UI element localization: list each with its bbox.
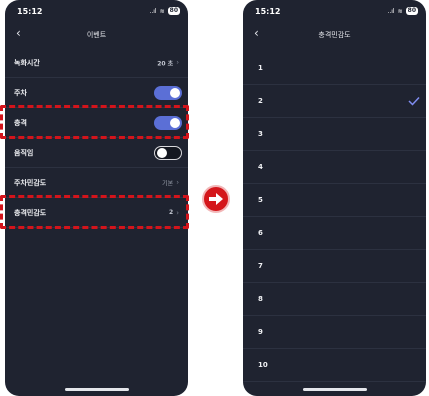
signal-icon: ..ıl (149, 7, 157, 15)
row-parking: 주차 (5, 78, 188, 108)
nav-bar: ‹ 충격민감도 (243, 22, 426, 46)
option-label: 9 (258, 328, 263, 336)
status-bar: 15:12 ..ıl ≋ 80 (5, 4, 188, 20)
impact-sensitivity-screen: 15:12 ..ıl ≋ 80 ‹ 충격민감도 1 2 3 4 5 6 7 8 … (243, 0, 426, 396)
row-label: 움직임 (14, 148, 34, 157)
row-recording-time[interactable]: 녹화시간 20 초 › (5, 48, 188, 78)
home-indicator (302, 388, 367, 391)
row-value: 20 초 › (157, 58, 179, 68)
parking-toggle[interactable] (154, 85, 182, 100)
right-arrow-icon (202, 185, 230, 213)
row-value: 기본 › (162, 178, 179, 188)
toggle-knob (170, 87, 180, 98)
page-title: 충격민감도 (318, 31, 351, 39)
motion-toggle[interactable] (154, 145, 182, 160)
parking-sensitivity-value: 기본 (162, 180, 174, 187)
status-time: 15:12 (255, 7, 281, 16)
nav-bar: ‹ 이벤트 (5, 22, 188, 46)
battery-icon: 80 (167, 7, 180, 15)
option-label: 3 (258, 130, 263, 138)
chevron-right-icon: › (176, 58, 179, 67)
home-indicator (64, 388, 129, 391)
option-label: 2 (258, 97, 263, 105)
row-label: 녹화시간 (14, 58, 40, 67)
signal-icon: ..ıl (387, 7, 395, 15)
row-label: 주차 (14, 88, 27, 97)
row-parking-sensitivity[interactable]: 주차민감도 기본 › (5, 168, 188, 198)
recording-time-value: 20 초 (157, 60, 174, 67)
option-label: 4 (258, 163, 263, 171)
option-label: 8 (258, 295, 263, 303)
option-label: 10 (258, 361, 268, 369)
wifi-icon: ≋ (159, 7, 165, 15)
option-4[interactable]: 4 (243, 151, 426, 184)
row-label: 주차민감도 (14, 178, 47, 187)
page-title: 이벤트 (86, 31, 107, 39)
option-9[interactable]: 9 (243, 316, 426, 349)
chevron-right-icon: › (176, 178, 179, 187)
option-8[interactable]: 8 (243, 283, 426, 316)
option-label: 5 (258, 196, 263, 204)
status-time: 15:12 (17, 7, 43, 16)
option-2[interactable]: 2 (243, 85, 426, 118)
wifi-icon: ≋ (397, 7, 403, 15)
check-icon (408, 96, 420, 106)
option-label: 7 (258, 262, 263, 270)
option-10[interactable]: 10 (243, 349, 426, 382)
option-label: 6 (258, 229, 263, 237)
highlight-impact-sensitivity-row (0, 195, 189, 229)
option-5[interactable]: 5 (243, 184, 426, 217)
option-6[interactable]: 6 (243, 217, 426, 250)
arrow-shape (209, 193, 223, 205)
option-label: 1 (258, 64, 263, 72)
status-icons: ..ıl ≋ 80 (387, 7, 418, 15)
highlight-impact-row (0, 105, 189, 139)
status-icons: ..ıl ≋ 80 (149, 7, 180, 15)
status-bar: 15:12 ..ıl ≋ 80 (243, 4, 426, 20)
toggle-knob (157, 147, 167, 158)
option-3[interactable]: 3 (243, 118, 426, 151)
option-1[interactable]: 1 (243, 52, 426, 85)
row-motion: 움직임 (5, 138, 188, 168)
battery-icon: 80 (405, 7, 418, 15)
option-7[interactable]: 7 (243, 250, 426, 283)
